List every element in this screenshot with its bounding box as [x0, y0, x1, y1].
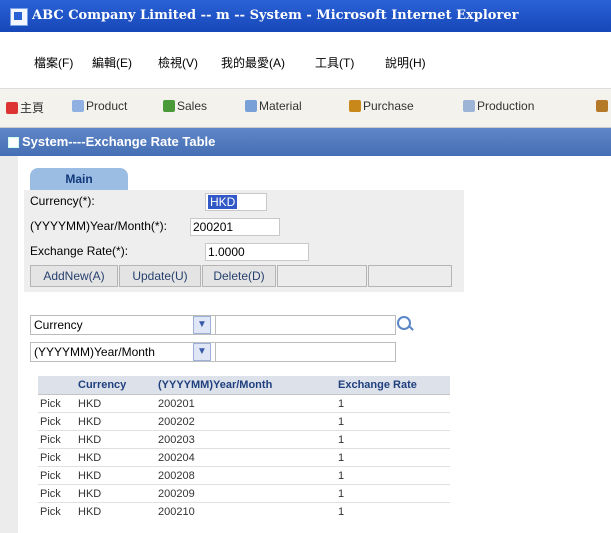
toolbar-product[interactable]: Product: [72, 99, 127, 113]
disabled-button-1: [277, 265, 367, 287]
toolbar-purchase[interactable]: Purchase: [349, 99, 414, 113]
menu-file[interactable]: 檔案(F): [34, 54, 73, 71]
window-title: ABC Company Limited -- m -- System - Mic…: [32, 8, 519, 23]
cell-rate: 1: [336, 502, 450, 520]
section-header: System----Exchange Rate Table: [0, 128, 611, 156]
cell-yearmonth: 200210: [156, 502, 336, 520]
toolbar-sales-label: Sales: [177, 99, 208, 113]
cell-rate: 1: [336, 412, 450, 431]
addnew-button[interactable]: AddNew(A): [30, 265, 118, 287]
cell-yearmonth: 200209: [156, 484, 336, 503]
pick-link[interactable]: Pick: [38, 394, 76, 413]
yearmonth-label: (YYYYMM)Year/Month(*):: [30, 219, 167, 233]
toolbar-more-icon[interactable]: [596, 99, 610, 113]
update-button[interactable]: Update(U): [119, 265, 201, 287]
toolbar-production[interactable]: Production: [463, 99, 534, 113]
search-field-select-1[interactable]: Currency: [30, 315, 217, 335]
toolbar-sales[interactable]: Sales: [163, 99, 207, 113]
table-header-row: Currency (YYYYMM)Year/Month Exchange Rat…: [38, 376, 450, 395]
product-icon: [72, 100, 84, 112]
results-table: Currency (YYYYMM)Year/Month Exchange Rat…: [38, 376, 450, 520]
yearmonth-field[interactable]: 200201: [190, 218, 280, 236]
search-input-1[interactable]: [215, 315, 396, 335]
currency-label: Currency(*):: [30, 194, 95, 208]
pick-link[interactable]: Pick: [38, 502, 76, 520]
table-row: Pick HKD 200201 1: [38, 394, 450, 413]
rate-label: Exchange Rate(*):: [30, 244, 129, 258]
ie-icon: [10, 8, 28, 26]
table-row: Pick HKD 200208 1: [38, 466, 450, 485]
pick-link[interactable]: Pick: [38, 430, 76, 449]
toolbar-home-label: 主頁: [20, 101, 45, 115]
toolbar-material-label: Material: [259, 99, 302, 113]
pick-link[interactable]: Pick: [38, 412, 76, 431]
cell-yearmonth: 200208: [156, 466, 336, 485]
nav-toolbar: 主頁 Product Sales Material Purchase Produ…: [0, 88, 611, 128]
table-row: Pick HKD 200202 1: [38, 412, 450, 431]
cell-yearmonth: 200203: [156, 430, 336, 449]
menu-help[interactable]: 說明(H): [385, 54, 426, 71]
delete-button[interactable]: Delete(D): [202, 265, 276, 287]
chevron-down-icon[interactable]: ▼: [193, 316, 211, 334]
toolbar-production-label: Production: [477, 99, 535, 113]
table-row: Pick HKD 200209 1: [38, 484, 450, 503]
column-header-currency: Currency: [76, 376, 156, 395]
toolbar-material[interactable]: Material: [245, 99, 302, 113]
search-field-1-value: Currency: [34, 318, 83, 332]
toolbar-home[interactable]: 主頁: [6, 99, 44, 116]
cell-yearmonth: 200201: [156, 394, 336, 413]
cell-yearmonth: 200204: [156, 448, 336, 467]
search-icon[interactable]: [397, 316, 411, 330]
rate-field[interactable]: 1.0000: [205, 243, 309, 261]
chevron-down-icon[interactable]: ▼: [193, 343, 211, 361]
search-field-select-2[interactable]: (YYYYMM)Year/Month: [30, 342, 217, 362]
menu-bar: 檔案(F) 編輯(E) 檢視(V) 我的最愛(A) 工具(T) 說明(H): [0, 32, 611, 88]
material-icon: [245, 100, 257, 112]
cell-currency: HKD: [76, 502, 156, 520]
menu-favorites[interactable]: 我的最愛(A): [221, 54, 285, 71]
pick-link[interactable]: Pick: [38, 466, 76, 485]
tab-main[interactable]: Main: [30, 168, 128, 190]
cell-currency: HKD: [76, 394, 156, 413]
home-icon: [6, 102, 18, 114]
section-icon: [8, 137, 19, 148]
column-header-pick: [38, 376, 76, 395]
column-header-yearmonth: (YYYYMM)Year/Month: [156, 376, 336, 395]
cell-yearmonth: 200202: [156, 412, 336, 431]
table-row: Pick HKD 200210 1: [38, 502, 450, 520]
currency-value: HKD: [208, 195, 238, 209]
cell-rate: 1: [336, 466, 450, 485]
sales-icon: [163, 100, 175, 112]
cell-currency: HKD: [76, 484, 156, 503]
toolbar-product-label: Product: [86, 99, 128, 113]
cell-currency: HKD: [76, 448, 156, 467]
results-grid: Currency (YYYYMM)Year/Month Exchange Rat…: [38, 376, 450, 533]
section-title: System----Exchange Rate Table: [22, 134, 216, 149]
cell-currency: HKD: [76, 430, 156, 449]
search-field-2-value: (YYYYMM)Year/Month: [34, 345, 155, 359]
menu-view[interactable]: 檢視(V): [158, 54, 198, 71]
pick-link[interactable]: Pick: [38, 448, 76, 467]
cell-rate: 1: [336, 430, 450, 449]
pick-link[interactable]: Pick: [38, 484, 76, 503]
cell-rate: 1: [336, 448, 450, 467]
search-input-2[interactable]: [215, 342, 396, 362]
currency-field[interactable]: HKD: [205, 193, 267, 211]
left-frame-edge: [0, 156, 18, 533]
cell-currency: HKD: [76, 412, 156, 431]
disabled-button-2: [368, 265, 452, 287]
window-titlebar: ABC Company Limited -- m -- System - Mic…: [0, 0, 611, 32]
toolbar-purchase-label: Purchase: [363, 99, 414, 113]
cell-rate: 1: [336, 484, 450, 503]
column-header-rate: Exchange Rate: [336, 376, 450, 395]
purchase-icon: [349, 100, 361, 112]
table-row: Pick HKD 200203 1: [38, 430, 450, 449]
menu-tools[interactable]: 工具(T): [315, 54, 354, 71]
production-icon: [463, 100, 475, 112]
cell-rate: 1: [336, 394, 450, 413]
cell-currency: HKD: [76, 466, 156, 485]
menu-edit[interactable]: 編輯(E): [92, 54, 132, 71]
table-row: Pick HKD 200204 1: [38, 448, 450, 467]
